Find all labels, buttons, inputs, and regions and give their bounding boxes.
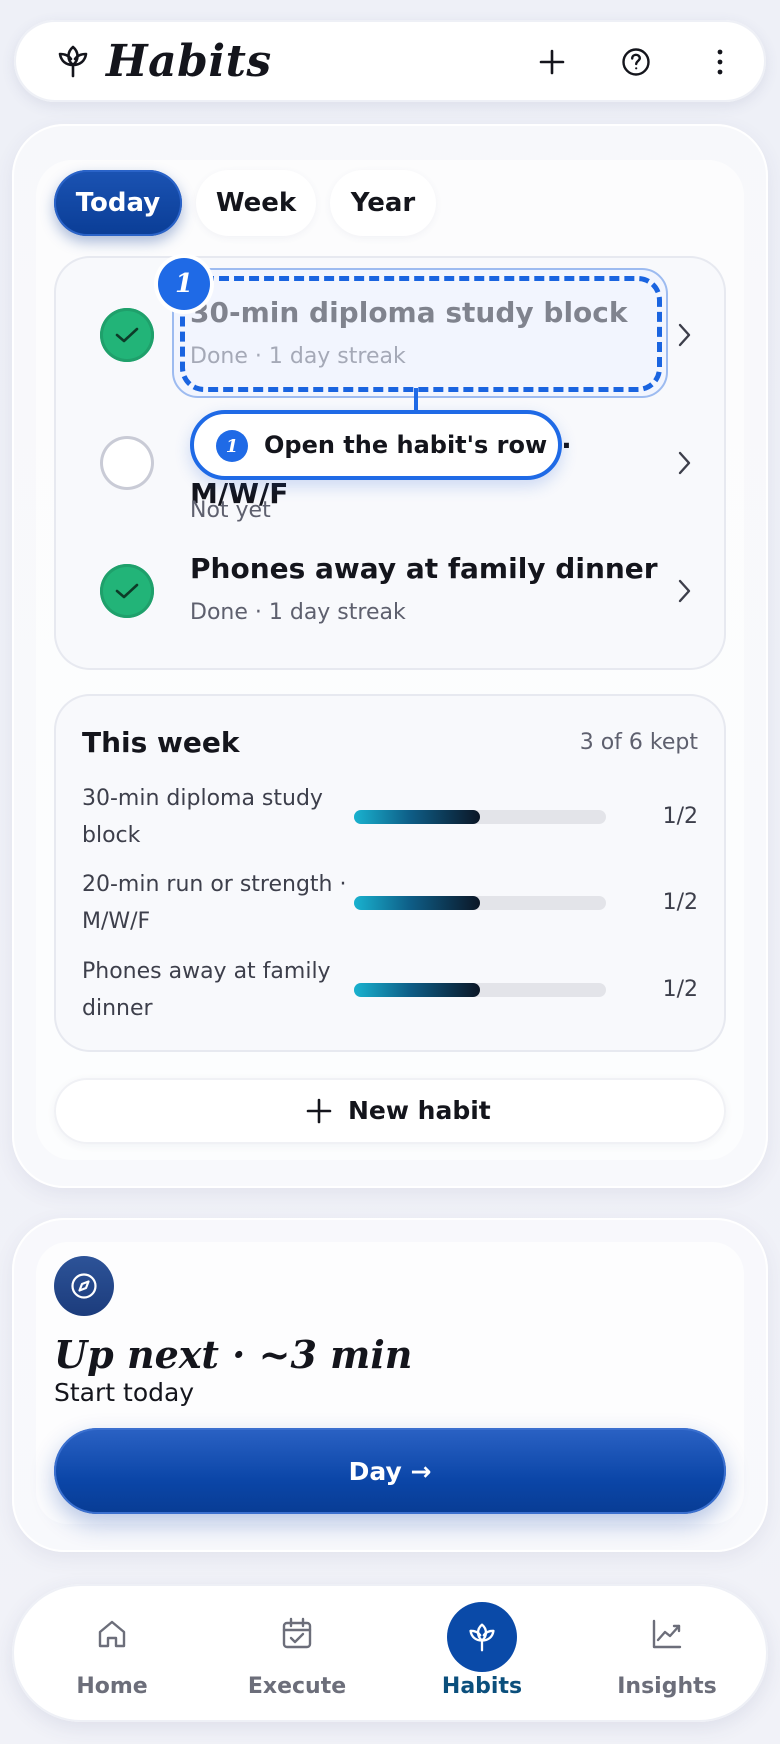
weekly-habit-label: 20-min run or strength · M/W/F <box>82 872 347 934</box>
home-icon <box>98 1620 126 1648</box>
help-button[interactable] <box>616 42 656 82</box>
tab-week[interactable]: Week <box>196 170 316 236</box>
chevron-right-icon <box>678 579 691 603</box>
habit-status: Not yet <box>190 498 271 523</box>
weekly-habit-label: Phones away at family dinner <box>82 959 331 1021</box>
tab-year[interactable]: Year <box>330 170 436 236</box>
tutorial-highlight-dashed <box>180 276 662 392</box>
habit-check-toggle[interactable] <box>100 436 154 490</box>
up-next-subtitle: Start today <box>54 1378 195 1407</box>
tutorial-callout-text: Open the habit's row <box>264 431 548 459</box>
weekly-progress-bar <box>354 810 606 824</box>
weekly-progress-fill <box>354 810 480 824</box>
weekly-summary-title: This week <box>82 726 240 759</box>
new-habit-button[interactable]: New habit <box>54 1078 726 1144</box>
check-icon <box>115 327 139 343</box>
more-menu-button[interactable] <box>700 42 740 82</box>
nav-label: Home <box>76 1674 148 1699</box>
plus-icon <box>539 49 565 75</box>
chevron-right-icon <box>678 323 691 347</box>
add-habit-button[interactable] <box>532 42 572 82</box>
nav-item-home[interactable]: Home <box>37 1590 187 1716</box>
lotus-icon <box>58 45 88 78</box>
weekly-progress-fill <box>354 896 480 910</box>
tab-today[interactable]: Today <box>54 170 182 236</box>
tutorial-callout: 1 Open the habit's row <box>190 410 562 480</box>
habit-status: Done · 1 day streak <box>190 600 406 625</box>
nav-item-habits[interactable]: Habits <box>407 1590 557 1716</box>
habit-check-toggle[interactable] <box>100 308 154 362</box>
compass-badge <box>54 1256 114 1316</box>
weekly-habit-count: 1/2 <box>662 977 698 1002</box>
more-vertical-icon <box>717 49 723 75</box>
weekly-habit-count: 1/2 <box>662 804 698 829</box>
tutorial-step-badge: 1 <box>158 258 210 310</box>
habit-check-toggle[interactable] <box>100 564 154 618</box>
compass-icon <box>71 1273 97 1299</box>
lotus-icon <box>469 1623 495 1652</box>
nav-item-execute[interactable]: Execute <box>222 1590 372 1716</box>
check-icon <box>115 583 139 599</box>
weekly-habit-label: 30-min diploma study block <box>82 786 323 848</box>
weekly-progress-bar <box>354 896 606 910</box>
nav-label: Execute <box>247 1674 347 1699</box>
tutorial-connector <box>414 388 418 412</box>
plus-icon <box>306 1098 332 1124</box>
help-icon <box>622 48 650 76</box>
weekly-progress-bar <box>354 983 606 997</box>
trend-chart-icon <box>652 1619 682 1649</box>
calendar-check-icon <box>282 1617 312 1649</box>
habit-row[interactable]: Phones away at family dinner Done · 1 da… <box>54 530 724 650</box>
app-header: Habits <box>14 20 766 102</box>
up-next-title: Up next · ~3 min <box>54 1332 413 1377</box>
tutorial-callout-step: 1 <box>216 430 248 462</box>
nav-item-insights[interactable]: Insights <box>592 1590 742 1716</box>
nav-active-indicator <box>447 1602 517 1672</box>
page-title: Habits <box>106 36 272 87</box>
weekly-kept-count: 3 of 6 kept <box>579 730 698 755</box>
weekly-progress-fill <box>354 983 480 997</box>
chevron-right-icon <box>678 451 691 475</box>
weekly-habit-count: 1/2 <box>662 890 698 915</box>
habit-title: Phones away at family dinner <box>190 552 658 585</box>
day-button[interactable]: Day → <box>54 1428 726 1514</box>
nav-label: Insights <box>617 1674 717 1699</box>
new-habit-label: New habit <box>348 1096 491 1125</box>
nav-label: Habits <box>441 1674 523 1699</box>
